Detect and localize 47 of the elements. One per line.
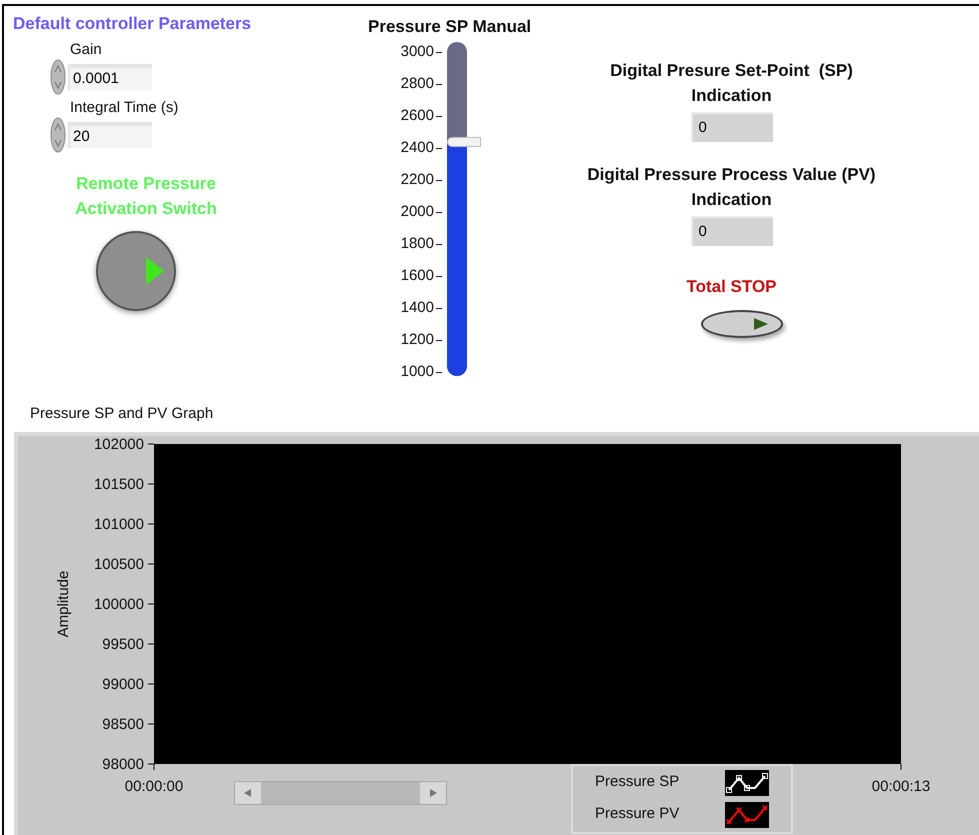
scale-label: 2600: [400, 108, 434, 124]
graph-title: Pressure SP and PV Graph: [30, 404, 214, 424]
x-tick-label: 00:00:13: [872, 778, 930, 794]
y-tick-label: 102000: [94, 436, 144, 452]
y-tick-label: 98500: [102, 716, 144, 732]
y-tick-label: 99500: [102, 636, 144, 652]
scale-label: 2400: [400, 140, 434, 156]
play-triangle-icon: [144, 254, 166, 286]
y-tick-label: 98000: [102, 756, 144, 772]
switch-label: Remote Pressure Activation Switch: [74, 172, 218, 220]
scale-label: 1600: [400, 268, 434, 284]
scale-label: 1000: [400, 364, 434, 380]
legend-label: Pressure PV: [595, 804, 680, 824]
legend-label: Pressure SP: [595, 772, 680, 792]
spinner-arrows-icon[interactable]: [50, 116, 66, 152]
y-tick-label: 101000: [94, 516, 144, 532]
y-axis-label: Amplitude: [55, 570, 72, 637]
y-tick-label: 99000: [102, 676, 144, 692]
scale-label: 2000: [400, 204, 434, 220]
scale-label: 1400: [400, 300, 434, 316]
x-tick-label: 00:00:00: [124, 778, 184, 794]
section-title: Default controller Parameters: [13, 13, 252, 35]
scale-label: 2800: [400, 76, 434, 92]
slider-title: Pressure SP Manual: [368, 16, 532, 38]
scale-label: 2200: [400, 172, 434, 188]
round-toggle-button[interactable]: [96, 230, 176, 310]
scale-label: 1800: [400, 236, 434, 252]
scale-label: 1200: [400, 332, 434, 348]
field-label: Integral Time (s): [70, 98, 180, 116]
spinner-arrows-icon[interactable]: [50, 58, 66, 94]
oval-stop-button[interactable]: [700, 310, 782, 338]
field-label: Gain: [70, 40, 103, 58]
y-tick-label: 100500: [94, 556, 144, 572]
stop-label: Total STOP: [686, 276, 777, 298]
y-tick-label: 100000: [94, 596, 144, 612]
scale-label: 3000: [400, 44, 434, 60]
numeric-field[interactable]: 0.0001: [68, 64, 152, 90]
play-triangle-icon: [752, 316, 768, 330]
slider-track[interactable]: [447, 42, 467, 376]
numeric-indicator: 0: [690, 216, 772, 246]
numeric-indicator: 0: [690, 112, 772, 142]
indicator-label: Digital Presure Set-Point (SP) Indication: [609, 60, 854, 107]
slider-thumb[interactable]: [447, 136, 481, 147]
numeric-field[interactable]: 20: [68, 122, 152, 148]
horizontal-scrollbar[interactable]: [234, 780, 447, 804]
y-tick-label: 101500: [94, 476, 144, 492]
indicator-label: Digital Pressure Process Value (PV) Indication: [586, 164, 877, 211]
